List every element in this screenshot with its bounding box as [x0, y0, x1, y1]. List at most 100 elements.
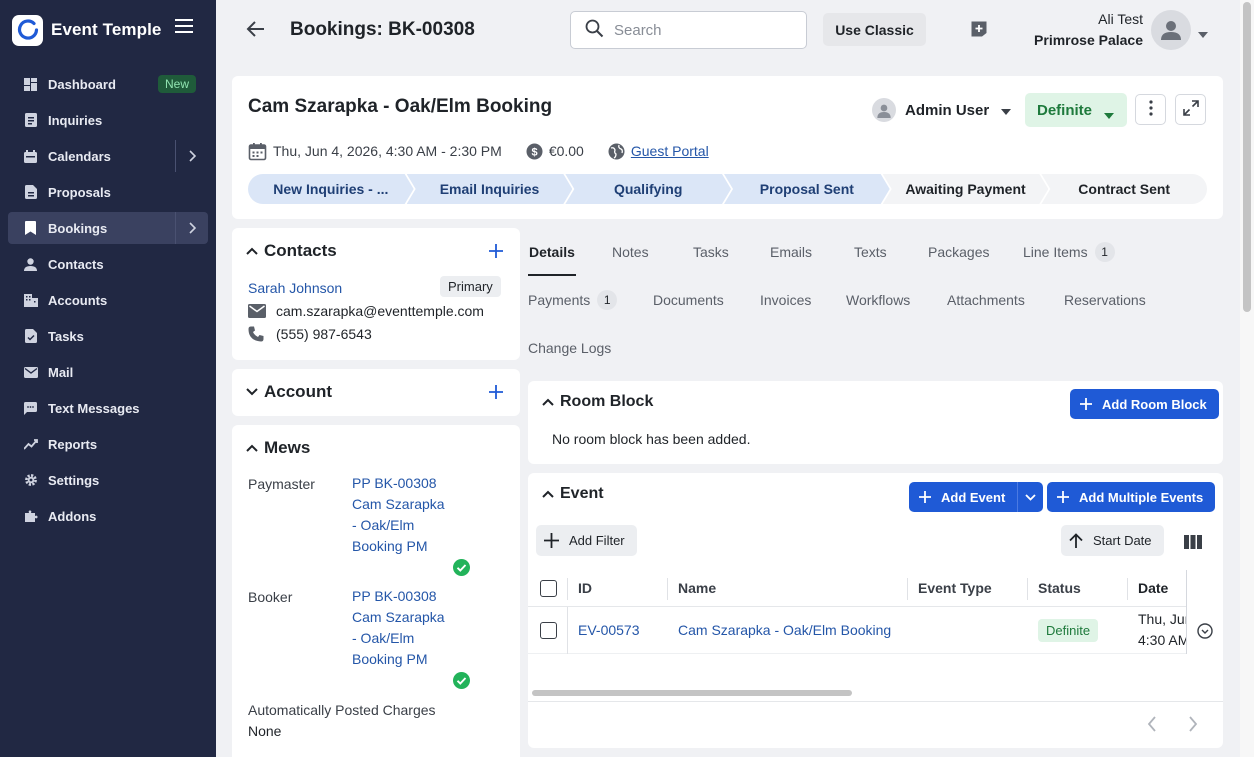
event-name-link[interactable]: Cam Szarapka - Oak/Elm Booking — [678, 607, 891, 653]
sidebar-item-accounts[interactable]: Accounts — [8, 284, 208, 316]
chevron-right-icon[interactable] — [175, 140, 208, 172]
sidebar-item-mail[interactable]: Mail — [8, 356, 208, 388]
contact-email[interactable]: cam.szarapka@eventtemple.com — [248, 303, 484, 319]
back-arrow-icon[interactable] — [246, 19, 268, 41]
inquiries-icon — [23, 113, 38, 128]
row-checkbox[interactable] — [540, 607, 557, 653]
tab-documents[interactable]: Documents — [653, 292, 724, 308]
status-dropdown[interactable]: Definite — [1025, 93, 1127, 127]
checkbox[interactable] — [540, 579, 557, 597]
hamburger-menu-icon[interactable] — [174, 18, 200, 42]
brand[interactable]: Event Temple — [12, 14, 202, 46]
sidebar-item-dashboard[interactable]: Dashboard New — [8, 68, 208, 100]
contact-phone[interactable]: (555) 987-6543 — [248, 326, 372, 342]
more-options-button[interactable] — [1135, 94, 1166, 125]
column-header-name[interactable]: Name — [678, 570, 716, 606]
stage-contract-sent[interactable]: Contract Sent — [1041, 174, 1208, 204]
status-badge: Definite — [1038, 618, 1099, 642]
sidebar-item-contacts[interactable]: Contacts — [8, 248, 208, 280]
checkbox[interactable] — [540, 621, 557, 639]
add-room-block-button[interactable]: Add Room Block — [1070, 389, 1219, 419]
column-divider — [667, 578, 668, 600]
tab-texts[interactable]: Texts — [854, 244, 887, 260]
sidebar-item-label: Calendars — [48, 148, 111, 164]
tab-line-items[interactable]: Line Items 1 — [1023, 242, 1115, 262]
event-header[interactable]: Event — [542, 485, 604, 503]
topbar: Bookings: BK-00308 Use Classic Ali Test … — [216, 0, 1240, 62]
column-header-event-type[interactable]: Event Type — [918, 570, 992, 606]
sidebar-item-addons[interactable]: Addons — [8, 500, 208, 532]
stage-new-inquiries[interactable]: New Inquiries - ... — [248, 174, 414, 204]
columns-icon[interactable] — [1184, 535, 1202, 549]
sidebar-item-tasks[interactable]: Tasks — [8, 320, 208, 352]
quick-add-icon[interactable] — [970, 20, 990, 40]
add-multiple-events-button[interactable]: Add Multiple Events — [1047, 482, 1216, 512]
tab-label: Tasks — [693, 244, 729, 260]
guest-portal-link[interactable]: Guest Portal — [631, 143, 709, 159]
tab-payments[interactable]: Payments 1 — [528, 290, 618, 310]
chevron-down-icon[interactable] — [1017, 482, 1043, 512]
search-box[interactable] — [570, 11, 807, 49]
chevron-right-icon[interactable] — [175, 212, 208, 244]
stage-email-inquiries[interactable]: Email Inquiries — [407, 174, 573, 204]
scrollbar-thumb[interactable] — [1243, 2, 1251, 312]
contacts-title: Contacts — [264, 241, 337, 260]
time-line: 4:30 AM — [1138, 632, 1190, 648]
sidebar-item-text-messages[interactable]: Text Messages — [8, 392, 208, 424]
tab-tasks[interactable]: Tasks — [693, 244, 729, 260]
sidebar-item-label: Addons — [48, 508, 97, 524]
chevron-right-icon[interactable] — [1188, 716, 1204, 732]
expand-button[interactable] — [1175, 94, 1206, 125]
add-filter-button[interactable]: Add Filter — [536, 525, 637, 556]
column-header-status[interactable]: Status — [1038, 570, 1081, 606]
chevron-up-icon — [246, 444, 258, 452]
tab-packages[interactable]: Packages — [928, 244, 989, 260]
select-all-checkbox[interactable] — [540, 570, 557, 606]
page-scrollbar[interactable] — [1240, 0, 1254, 757]
tab-invoices[interactable]: Invoices — [760, 292, 811, 308]
sidebar-item-settings[interactable]: Settings — [8, 464, 208, 496]
sidebar-item-inquiries[interactable]: Inquiries — [8, 104, 208, 136]
add-account-icon[interactable] — [489, 385, 505, 401]
stage-qualifying[interactable]: Qualifying — [565, 174, 731, 204]
column-header-date[interactable]: Date — [1138, 570, 1168, 606]
tab-emails[interactable]: Emails — [770, 244, 812, 260]
tab-details[interactable]: Details — [529, 244, 575, 260]
mews-header[interactable]: Mews — [246, 438, 310, 458]
column-header-id[interactable]: ID — [578, 570, 592, 606]
avatar[interactable] — [1151, 10, 1191, 50]
room-block-header[interactable]: Room Block — [542, 393, 653, 411]
event-id-link[interactable]: EV-00573 — [578, 607, 640, 653]
table-row[interactable]: EV-00573 Cam Szarapka - Oak/Elm Booking … — [528, 607, 1223, 654]
tab-change-logs[interactable]: Change Logs — [528, 340, 611, 356]
contacts-header[interactable]: Contacts — [246, 241, 337, 261]
add-event-button[interactable]: Add Event — [909, 482, 1044, 512]
row-actions-column — [1186, 570, 1223, 654]
owner-selector[interactable]: Admin User — [872, 97, 1012, 123]
sidebar-item-bookings[interactable]: Bookings — [8, 212, 208, 244]
tab-notes[interactable]: Notes — [612, 244, 649, 260]
add-contact-icon[interactable] — [489, 244, 505, 260]
stage-awaiting-payment[interactable]: Awaiting Payment — [883, 174, 1049, 204]
tab-attachments[interactable]: Attachments — [947, 292, 1025, 308]
tab-reservations[interactable]: Reservations — [1064, 292, 1146, 308]
tab-label: Payments — [528, 292, 591, 308]
booking-tabs: Details Notes Tasks Emails Texts Package… — [528, 232, 1223, 372]
caret-down-icon[interactable] — [1198, 25, 1208, 38]
sidebar-item-proposals[interactable]: Proposals — [8, 176, 208, 208]
row-actions-icon[interactable] — [1197, 623, 1213, 642]
search-input[interactable] — [614, 21, 794, 39]
use-classic-button[interactable]: Use Classic — [823, 13, 926, 46]
table-horizontal-scrollbar[interactable] — [532, 690, 852, 696]
paymaster-link[interactable]: PP BK-00308 Cam Szarapka - Oak/Elm Booki… — [352, 473, 452, 557]
sidebar-item-calendars[interactable]: Calendars — [8, 140, 208, 172]
stage-proposal-sent[interactable]: Proposal Sent — [724, 174, 890, 204]
user-info[interactable]: Ali Test Primrose Palace — [1034, 11, 1143, 48]
sidebar-item-reports[interactable]: Reports — [8, 428, 208, 460]
booker-link[interactable]: PP BK-00308 Cam Szarapka - Oak/Elm Booki… — [352, 586, 452, 670]
tab-workflows[interactable]: Workflows — [846, 292, 910, 308]
chevron-left-icon[interactable] — [1147, 716, 1163, 732]
account-header[interactable]: Account — [246, 382, 332, 402]
contact-name-link[interactable]: Sarah Johnson — [248, 280, 342, 296]
sort-start-date-button[interactable]: Start Date — [1061, 525, 1164, 556]
